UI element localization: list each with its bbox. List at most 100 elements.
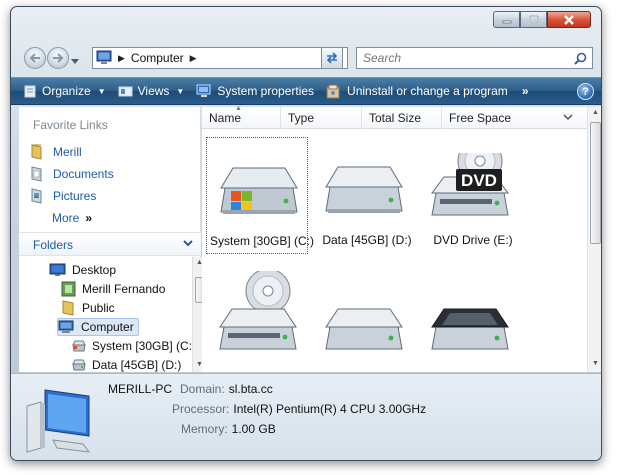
- address-bar: ▶ Computer ▶: [11, 45, 601, 73]
- tree-item-public[interactable]: Public: [61, 299, 115, 317]
- computer-icon: [96, 50, 112, 64]
- content-pane: ▲ Name Type Total Size Free Space System…: [202, 105, 601, 372]
- scroll-up-arrow-icon[interactable]: ▲: [592, 109, 599, 116]
- breadcrumb-separator[interactable]: ▶: [118, 53, 125, 64]
- uninstall-program-button[interactable]: Uninstall or change a program: [320, 78, 514, 104]
- memory-row: Memory: 1.00 GB: [181, 422, 276, 436]
- refresh-icon: [326, 52, 338, 64]
- system-drive-icon: [71, 339, 87, 353]
- drive-item-hard-drive-2[interactable]: [312, 255, 414, 372]
- tree-item-data-drive[interactable]: Data [45GB] (D:): [71, 356, 181, 372]
- tree-item-desktop[interactable]: Desktop: [49, 261, 116, 279]
- maximize-button[interactable]: [520, 11, 547, 28]
- drive-label: DVD Drive (E:): [433, 233, 513, 247]
- tree-item-label: Desktop: [72, 263, 117, 277]
- folders-header[interactable]: Folders: [19, 232, 201, 256]
- drive-item-system[interactable]: System [30GB] (C:): [206, 137, 314, 254]
- tree-item-label: Computer: [81, 320, 134, 334]
- cd-drive-icon: [219, 271, 297, 350]
- drive-item-dvd[interactable]: DVD DVD Drive (E:): [418, 137, 520, 254]
- chevron-down-icon: ▼: [97, 86, 106, 96]
- favorite-link-label: Pictures: [53, 189, 97, 203]
- favorite-link-label: Merill: [53, 145, 82, 159]
- favorite-links-title: Favorite Links: [33, 118, 108, 132]
- chevron-down-icon: [71, 59, 79, 64]
- content-scrollbar[interactable]: ▲ ▼: [587, 107, 601, 372]
- organize-button[interactable]: Organize ▼: [11, 78, 112, 104]
- folders-title: Folders: [33, 238, 74, 252]
- domain-label: Domain:: [180, 382, 225, 396]
- programs-icon: [326, 84, 340, 98]
- column-type[interactable]: Type: [281, 107, 362, 129]
- forward-arrow-icon: [53, 53, 64, 63]
- column-name[interactable]: ▲ Name: [202, 105, 281, 129]
- domain-row: Domain: sl.bta.cc: [180, 382, 273, 396]
- drive-item-data[interactable]: Data [45GB] (D:): [312, 137, 414, 254]
- search-icon[interactable]: [574, 52, 587, 65]
- tree-item-label: System [30GB] (C:): [92, 339, 191, 353]
- tree-item-label: Public: [82, 301, 115, 315]
- navigation-pane: Favorite Links Merill Documents Pictures: [19, 107, 206, 372]
- chevron-down-icon[interactable]: [563, 114, 573, 121]
- favorite-link-label: Documents: [53, 167, 114, 181]
- processor-value: Intel(R) Pentium(R) 4 CPU 3.00GHz: [233, 402, 427, 416]
- close-button[interactable]: [547, 11, 591, 28]
- more-label: More: [52, 211, 80, 225]
- tree-item-system-drive[interactable]: System [30GB] (C:): [71, 337, 191, 355]
- computer-icon: [26, 389, 91, 453]
- address-field[interactable]: ▶ Computer ▶: [92, 47, 348, 69]
- views-label: Views: [137, 84, 170, 98]
- documents-icon: [29, 166, 45, 182]
- sort-ascending-icon: ▲: [235, 105, 242, 112]
- toolbar-overflow-button[interactable]: »: [516, 84, 535, 98]
- system-drive-icon: [220, 167, 298, 214]
- forward-button[interactable]: [47, 47, 69, 69]
- column-headers: ▲ Name Type Total Size Free Space: [202, 105, 587, 129]
- desktop-icon: [49, 263, 67, 277]
- command-bar: Organize ▼ Views ▼ System properties Uni…: [11, 77, 601, 105]
- favorite-link-pictures[interactable]: Pictures: [29, 185, 114, 207]
- system-properties-label: System properties: [217, 84, 315, 98]
- favorite-links-list: Merill Documents Pictures More »: [29, 141, 114, 229]
- favorite-link-documents[interactable]: Documents: [29, 163, 114, 185]
- back-button[interactable]: [24, 47, 46, 69]
- scroll-down-arrow-icon[interactable]: ▼: [592, 360, 599, 367]
- folder-icon: [61, 300, 77, 316]
- favorite-links-more[interactable]: More »: [29, 207, 114, 229]
- column-label: Name: [209, 111, 242, 125]
- column-label: Free Space: [449, 111, 512, 125]
- refresh-button[interactable]: [321, 47, 343, 69]
- drive-item-cd[interactable]: [206, 255, 308, 372]
- system-properties-button[interactable]: System properties: [190, 78, 320, 104]
- drive-item-removable[interactable]: [418, 255, 520, 372]
- views-button[interactable]: Views ▼: [112, 78, 191, 104]
- computer-name: MERILL-PC: [108, 382, 173, 396]
- tree-item-label: Data [45GB] (D:): [92, 358, 182, 372]
- tree-item-computer[interactable]: Computer: [57, 318, 139, 336]
- caption-buttons: [493, 11, 591, 28]
- dvd-badge: DVD: [461, 171, 497, 190]
- folder-icon: [29, 144, 45, 160]
- favorite-link-merill[interactable]: Merill: [29, 141, 114, 163]
- recent-pages-dropdown[interactable]: [71, 54, 79, 68]
- search-box[interactable]: [356, 47, 593, 69]
- scrollbar-thumb[interactable]: [590, 122, 601, 244]
- organize-label: Organize: [42, 84, 91, 98]
- tree-item-merill-fernando[interactable]: Merill Fernando: [61, 280, 165, 298]
- computer-icon: [58, 320, 76, 335]
- help-button[interactable]: ?: [577, 83, 594, 100]
- dvd-drive-icon: DVD: [431, 153, 509, 216]
- double-chevron-icon: »: [85, 211, 93, 225]
- breadcrumb-separator[interactable]: ▶: [190, 53, 197, 64]
- minimize-button[interactable]: [493, 11, 520, 28]
- column-label: Total Size: [369, 111, 422, 125]
- breadcrumb-location[interactable]: Computer: [131, 51, 184, 65]
- removable-drive-icon: [431, 308, 509, 350]
- drive-label: Data [45GB] (D:): [322, 233, 412, 247]
- column-total-size[interactable]: Total Size: [362, 107, 442, 129]
- back-arrow-icon: [29, 53, 40, 63]
- hard-drive-icon: [71, 358, 87, 372]
- search-input[interactable]: [363, 51, 563, 65]
- organize-icon: [24, 85, 36, 98]
- folder-tree: Desktop Merill Fernando Public Computer …: [19, 257, 191, 372]
